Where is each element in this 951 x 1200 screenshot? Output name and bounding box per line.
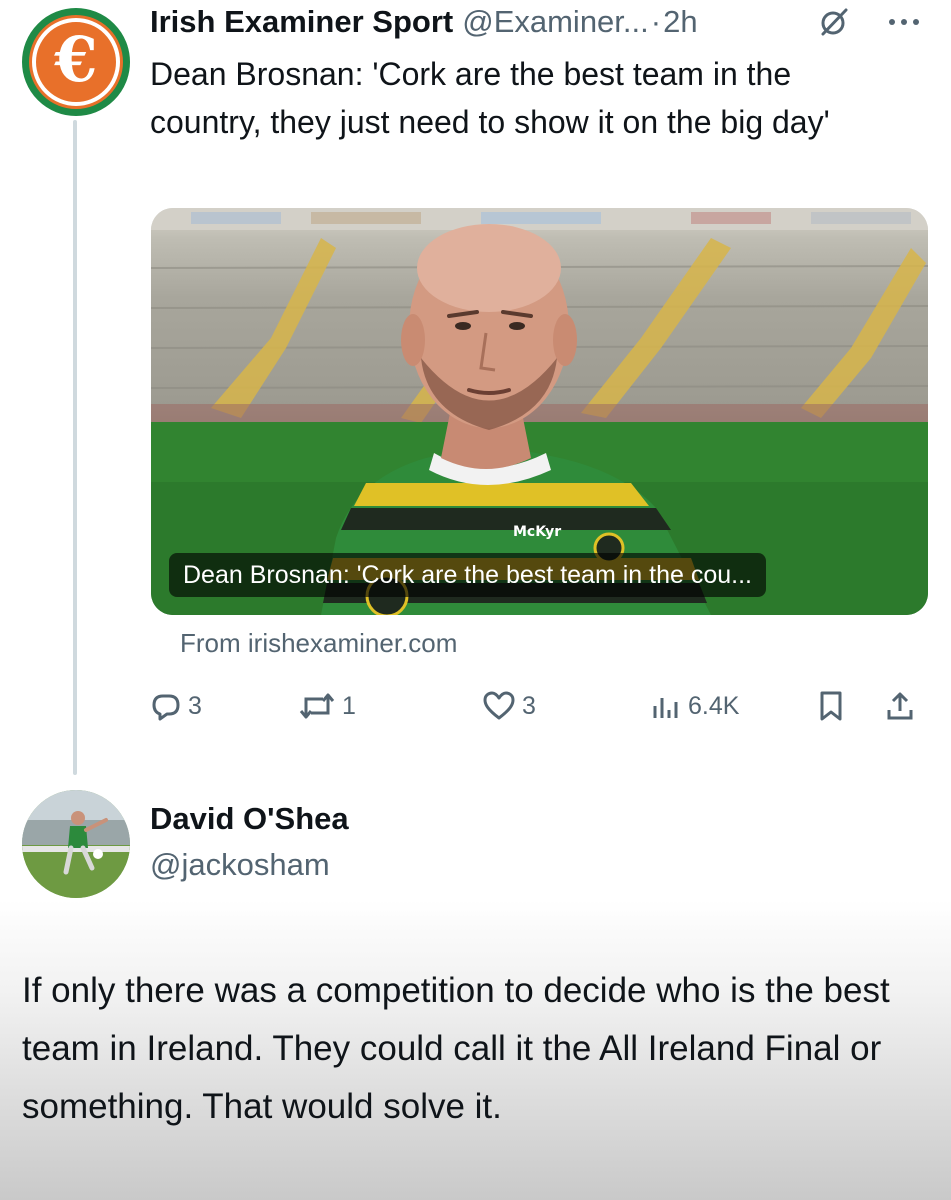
views-button[interactable]: 6.4K <box>650 684 739 728</box>
post-header: Irish Examiner Sport @Examiner... · 2h <box>150 2 930 42</box>
reply-text: If only there was a competition to decid… <box>22 971 890 1126</box>
reply-avatar-photo <box>22 790 130 898</box>
grok-icon[interactable] <box>818 6 850 38</box>
repost-button[interactable]: 1 <box>298 684 356 728</box>
like-icon <box>483 691 515 720</box>
post-handle[interactable]: @Examiner... <box>462 4 649 40</box>
post-text: Dean Brosnan: 'Cork are the best team in… <box>150 56 830 140</box>
reply-count: 3 <box>188 691 202 720</box>
views-count: 6.4K <box>688 691 740 720</box>
reply-handle[interactable]: @jackosham <box>150 847 330 883</box>
repost-icon <box>299 693 335 719</box>
link-card[interactable]: McKyr Dean Brosnan: 'Cork are the best t… <box>151 208 928 615</box>
separator-dot: · <box>650 4 662 39</box>
card-source-domain[interactable]: From irishexaminer.com <box>180 628 457 659</box>
avatar-logo-glyph: € <box>54 23 98 96</box>
share-icon <box>887 692 913 720</box>
card-caption[interactable]: Dean Brosnan: 'Cork are the best team in… <box>169 553 766 597</box>
like-count: 3 <box>522 691 536 720</box>
like-button[interactable]: 3 <box>482 684 536 728</box>
irish-examiner-avatar[interactable]: € <box>22 8 130 116</box>
repost-count: 1 <box>342 691 356 720</box>
share-button[interactable] <box>884 684 916 728</box>
post-action-bar: 3 1 3 6.4K <box>150 684 930 728</box>
reply-avatar[interactable] <box>22 790 130 898</box>
post-timestamp[interactable]: 2h <box>663 4 697 40</box>
reply-display-name[interactable]: David O'Shea <box>150 801 349 837</box>
more-icon[interactable] <box>884 14 924 30</box>
views-icon <box>653 698 678 718</box>
reply-icon <box>152 694 180 721</box>
thread-connector-line <box>73 120 77 775</box>
post-display-name[interactable]: Irish Examiner Sport <box>150 4 453 40</box>
bookmark-icon <box>820 691 842 721</box>
bookmark-button[interactable] <box>816 684 846 728</box>
reply-button[interactable]: 3 <box>150 684 202 728</box>
shirt-sponsor-text: McKyr <box>513 524 561 540</box>
